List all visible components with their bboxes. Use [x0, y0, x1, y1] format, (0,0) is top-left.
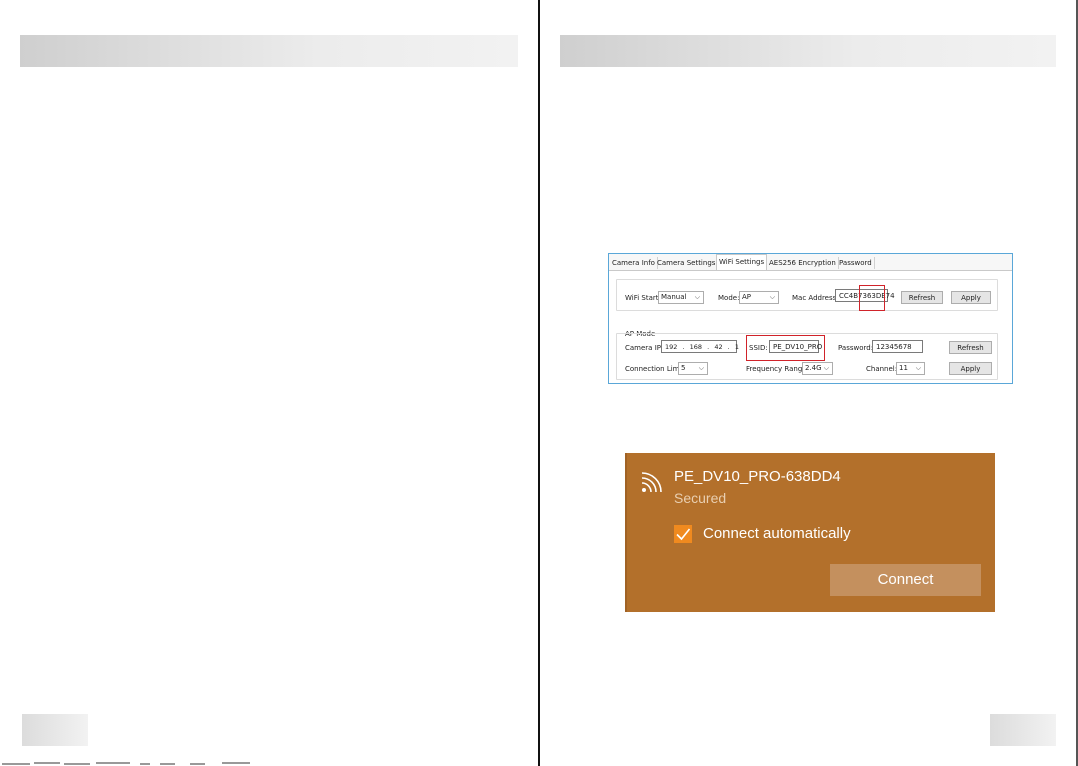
- chevron-down-icon: ⌵: [915, 364, 921, 372]
- mode-select[interactable]: AP ⌵: [739, 291, 779, 304]
- ap-refresh-button[interactable]: Refresh: [949, 341, 992, 354]
- connect-automatically-label[interactable]: Connect automatically: [703, 525, 851, 543]
- ip-octet-1: 192: [665, 343, 678, 351]
- left-page: [0, 0, 538, 766]
- ssid-field[interactable]: PE_DV10_PRO: [769, 340, 822, 353]
- network-name: PE_DV10_PRO-638DD4: [674, 468, 841, 485]
- right-page-number-tab: [990, 714, 1056, 746]
- apply-button[interactable]: Apply: [951, 291, 991, 304]
- frequency-range-label: Frequency Range:: [746, 365, 809, 373]
- password-label: Password:: [838, 344, 874, 352]
- frequency-range-select[interactable]: 2.4G ⌵: [802, 362, 833, 375]
- ssid-label: SSID:: [749, 344, 768, 352]
- camera-ip-field[interactable]: 192 . 168 . 42 . 1: [661, 340, 739, 353]
- wifi-network-flyout: PE_DV10_PRO-638DD4 Secured Connect autom…: [625, 453, 995, 612]
- ip-octet-2: 168: [689, 343, 703, 351]
- channel-label: Channel:: [866, 365, 898, 373]
- tab-camera-settings[interactable]: Camera Settings: [655, 257, 719, 269]
- ip-dot: .: [707, 343, 710, 351]
- mode-value: AP: [742, 293, 752, 301]
- connection-limit-select[interactable]: 5 ⌵: [678, 362, 708, 375]
- frequency-range-value: 2.4G: [805, 364, 822, 372]
- refresh-button[interactable]: Refresh: [901, 291, 943, 304]
- wifi-settings-window: Camera Info Camera Settings WiFi Setting…: [608, 253, 1013, 384]
- bottom-edge-marks: [2, 762, 250, 765]
- tab-camera-info[interactable]: Camera Info: [610, 257, 658, 269]
- chevron-down-icon: ⌵: [694, 293, 700, 301]
- tab-password[interactable]: Password: [837, 257, 875, 269]
- mode-label: Mode:: [718, 294, 740, 302]
- network-status: Secured: [674, 490, 727, 506]
- channel-value: 11: [899, 364, 908, 372]
- left-page-header-bar: [20, 35, 518, 67]
- mac-address-label: Mac Address:: [792, 294, 839, 302]
- ip-dot: .: [727, 343, 730, 351]
- wifi-signal-icon: [641, 472, 662, 493]
- ap-apply-button[interactable]: Apply: [949, 362, 992, 375]
- right-page-header-bar: [560, 35, 1056, 67]
- connect-automatically-checkbox[interactable]: [674, 525, 692, 543]
- chevron-down-icon: ⌵: [769, 293, 775, 301]
- left-page-number-tab: [22, 714, 88, 746]
- camera-ip-label: Camera IP:: [625, 344, 664, 352]
- connection-limit-value: 5: [681, 364, 686, 372]
- ip-dot: .: [682, 343, 685, 351]
- right-page: Camera Info Camera Settings WiFi Setting…: [540, 0, 1078, 766]
- channel-select[interactable]: 11 ⌵: [896, 362, 925, 375]
- wifi-start-label: WiFi Start:: [625, 294, 661, 302]
- chevron-down-icon: ⌵: [823, 364, 829, 372]
- password-field[interactable]: 12345678: [872, 340, 923, 353]
- flyout-left-edge: [625, 453, 627, 612]
- ip-octet-3: 42: [714, 343, 723, 351]
- ip-octet-4: 1: [734, 343, 739, 351]
- mac-suffix-highlight: [859, 285, 885, 311]
- settings-tab-strip: Camera Info Camera Settings WiFi Setting…: [609, 254, 1012, 271]
- wifi-start-select[interactable]: Manual ⌵: [658, 291, 704, 304]
- tab-wifi-settings[interactable]: WiFi Settings: [716, 254, 768, 270]
- checkmark-icon: [676, 528, 691, 541]
- chevron-down-icon: ⌵: [698, 364, 704, 372]
- tab-aes256-encryption[interactable]: AES256 Encryption: [767, 257, 839, 269]
- connect-button[interactable]: Connect: [830, 564, 981, 596]
- wifi-start-value: Manual: [661, 293, 687, 301]
